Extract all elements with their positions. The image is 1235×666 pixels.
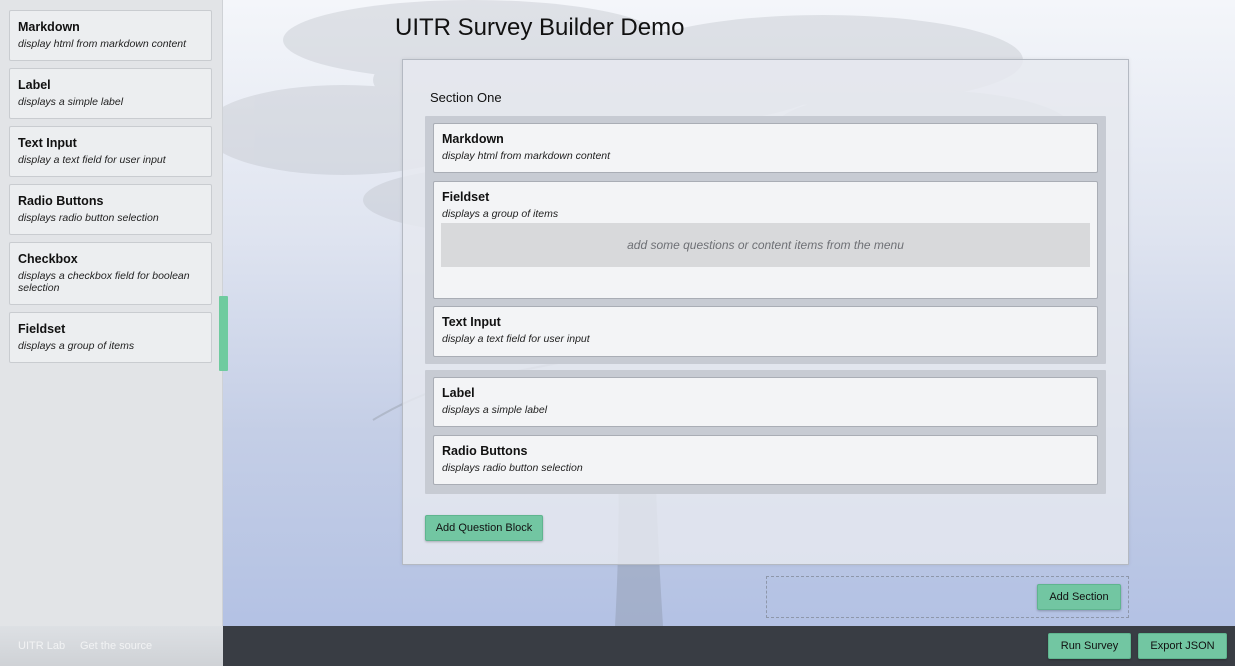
fieldset-drop-zone[interactable]: add some questions or content items from…	[441, 223, 1090, 267]
palette-item-title: Checkbox	[18, 252, 78, 266]
question-item-label[interactable]: Label displays a simple label	[433, 377, 1098, 427]
question-item-markdown[interactable]: Markdown display html from markdown cont…	[433, 123, 1098, 173]
palette-item-desc: displays a group of items	[18, 340, 135, 352]
palette-item-desc: displays radio button selection	[18, 212, 159, 224]
footer-link-source[interactable]: Get the source	[80, 640, 152, 652]
question-item-title: Label	[442, 386, 475, 400]
add-question-block-button[interactable]: Add Question Block	[425, 515, 543, 541]
question-item-title: Radio Buttons	[442, 444, 528, 458]
palette-item-fieldset[interactable]: Fieldset displays a group of items	[9, 312, 212, 363]
question-item-desc: displays radio button selection	[442, 462, 583, 474]
run-survey-button[interactable]: Run Survey	[1048, 633, 1131, 659]
question-item-radio-buttons[interactable]: Radio Buttons displays radio button sele…	[433, 435, 1098, 485]
palette-item-title: Fieldset	[18, 322, 66, 336]
question-item-desc: displays a simple label	[442, 404, 548, 416]
palette-item-markdown[interactable]: Markdown display html from markdown cont…	[9, 10, 212, 61]
question-item-title: Text Input	[442, 315, 501, 329]
question-item-fieldset[interactable]: Fieldset displays a group of items add s…	[433, 181, 1098, 299]
palette-item-checkbox[interactable]: Checkbox displays a checkbox field for b…	[9, 242, 212, 305]
add-section-button[interactable]: Add Section	[1037, 584, 1121, 610]
question-item-text-input[interactable]: Text Input display a text field for user…	[433, 306, 1098, 357]
palette-item-title: Radio Buttons	[18, 194, 104, 208]
palette-item-desc: displays a checkbox field for boolean se…	[18, 270, 190, 294]
question-block[interactable]: Label displays a simple label Radio Butt…	[425, 370, 1106, 494]
section-title[interactable]: Section One	[430, 90, 502, 105]
question-item-desc: displays a group of items	[442, 208, 559, 220]
footer-link-uitr-lab[interactable]: UITR Lab	[18, 640, 65, 652]
footer-links-area: UITR Lab Get the source	[0, 626, 223, 666]
question-block[interactable]: Markdown display html from markdown cont…	[425, 116, 1106, 364]
palette-item-text-input[interactable]: Text Input display a text field for user…	[9, 126, 212, 177]
palette-item-radio-buttons[interactable]: Radio Buttons displays radio button sele…	[9, 184, 212, 235]
palette-item-desc: display html from markdown content	[18, 38, 187, 50]
question-item-title: Markdown	[442, 132, 504, 146]
export-json-button[interactable]: Export JSON	[1138, 633, 1227, 659]
component-palette-sidebar: Markdown display html from markdown cont…	[0, 0, 223, 666]
question-item-desc: display html from markdown content	[442, 150, 611, 162]
palette-item-title: Text Input	[18, 136, 77, 150]
palette-item-title: Markdown	[18, 20, 80, 34]
palette-item-label[interactable]: Label displays a simple label	[9, 68, 212, 119]
page-title: UITR Survey Builder Demo	[395, 14, 685, 41]
survey-section: Section One Markdown display html from m…	[402, 59, 1129, 565]
palette-item-desc: displays a simple label	[18, 96, 124, 108]
palette-item-title: Label	[18, 78, 51, 92]
sidebar-resize-handle[interactable]	[219, 296, 228, 371]
question-item-title: Fieldset	[442, 190, 490, 204]
question-item-desc: display a text field for user input	[442, 333, 590, 345]
palette-item-desc: display a text field for user input	[18, 154, 166, 166]
